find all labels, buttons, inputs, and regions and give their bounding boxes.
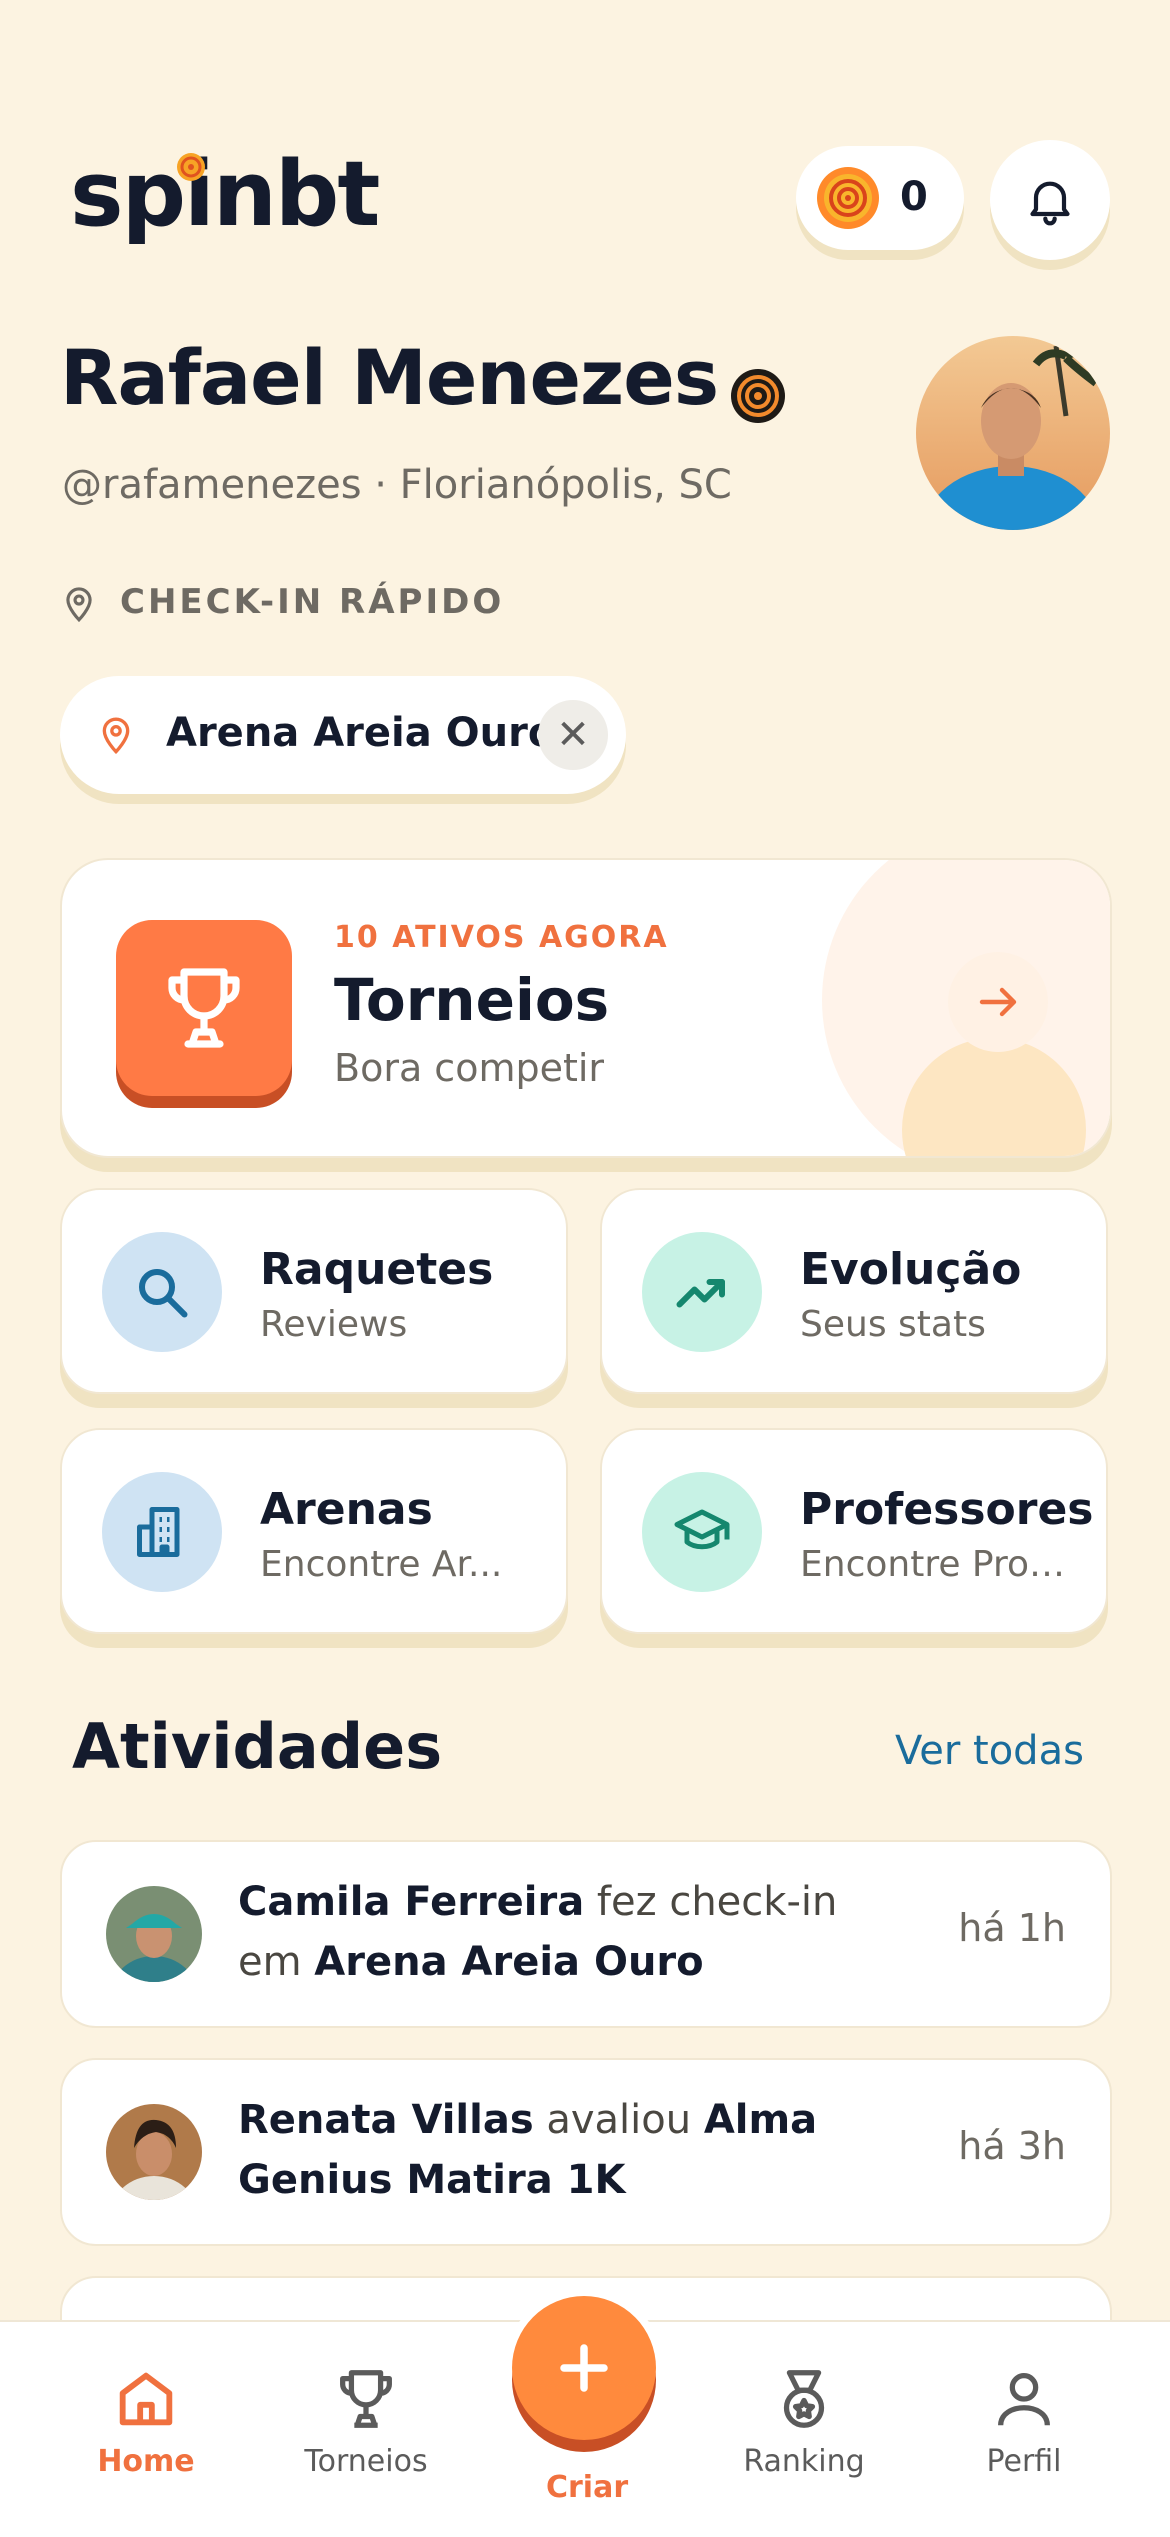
coin-icon <box>817 167 879 229</box>
tile-subtitle: Reviews <box>260 1304 408 1345</box>
arrow-right-icon <box>979 987 1017 1017</box>
nav-home[interactable]: Home <box>66 2364 226 2479</box>
quick-checkin-label: CHECK-IN RÁPIDO <box>60 582 504 623</box>
see-all-link[interactable]: Ver todas <box>895 1728 1084 1774</box>
avatar <box>106 1886 202 1982</box>
activities-title: Atividades <box>72 1710 443 1783</box>
create-label: Criar <box>546 2470 629 2505</box>
tile-title: Arenas <box>260 1484 433 1535</box>
tile-arenas[interactable]: Arenas Encontre Ar... <box>60 1428 568 1634</box>
nav-tournaments[interactable]: Torneios <box>286 2364 446 2479</box>
activity-time: há 3h <box>958 2124 1066 2168</box>
trophy-icon <box>340 2370 392 2428</box>
activity-item[interactable]: Renata Villas avaliou Alma Genius Matira… <box>60 2058 1112 2246</box>
avatar <box>106 2104 202 2200</box>
create-button[interactable] <box>502 2290 666 2454</box>
nav-profile[interactable]: Perfil <box>944 2364 1104 2479</box>
card-subtitle: Bora competir <box>334 1046 605 1090</box>
app-logo: spinbt <box>70 142 380 247</box>
tile-title: Raquetes <box>260 1244 494 1295</box>
profile-avatar[interactable] <box>916 336 1110 530</box>
card-title: Torneios <box>334 966 610 1034</box>
checkin-arena-chip[interactable]: Arena Areia Ouro ✕ <box>60 676 626 794</box>
tile-subtitle: Encontre Prof... <box>800 1544 1070 1585</box>
location-pin-icon <box>66 586 92 622</box>
home-icon <box>119 2372 173 2426</box>
trophy-icon <box>168 968 240 1048</box>
profile-handle: @rafamenezes · Florianópolis, SC <box>62 462 732 508</box>
tile-subtitle: Seus stats <box>800 1304 986 1345</box>
trophy-badge <box>116 920 292 1096</box>
tile-evolution[interactable]: Evolução Seus stats <box>600 1188 1108 1394</box>
tile-title: Evolução <box>800 1244 1022 1295</box>
activity-text: Camila Ferreira fez check-in em Arena Ar… <box>238 1879 838 1985</box>
trend-up-icon <box>676 1279 725 1308</box>
verified-spiral-icon <box>731 369 785 423</box>
bell-icon <box>1030 181 1070 226</box>
tile-title: Professores <box>800 1484 1094 1535</box>
activity-text: Renata Villas avaliou Alma Genius Matira… <box>238 2097 818 2203</box>
tile-subtitle: Encontre Ar... <box>260 1544 503 1585</box>
location-pin-icon <box>102 717 130 755</box>
building-icon <box>137 1507 180 1557</box>
logo-spiral-icon <box>177 153 205 181</box>
activity-time: há 1h <box>958 1906 1066 1950</box>
card-arrow-button[interactable] <box>948 952 1048 1052</box>
tournaments-card[interactable]: 10 ATIVOS AGORA Torneios Bora competir <box>60 858 1112 1158</box>
tile-rackets[interactable]: Raquetes Reviews <box>60 1188 568 1394</box>
checkin-arena-name: Arena Areia Ouro <box>166 710 556 756</box>
tile-teachers[interactable]: Professores Encontre Prof... <box>600 1428 1108 1634</box>
activity-item[interactable]: Camila Ferreira fez check-in em Arena Ar… <box>60 1840 1112 2028</box>
notifications-button[interactable] <box>990 140 1110 260</box>
profile-name: Rafael Menezes <box>60 333 719 422</box>
search-icon <box>139 1269 188 1318</box>
card-kicker: 10 ATIVOS AGORA <box>334 920 669 955</box>
user-icon <box>998 2373 1050 2426</box>
clear-checkin-button[interactable]: ✕ <box>538 700 608 770</box>
medal-icon <box>783 2370 825 2428</box>
plus-icon <box>560 2344 608 2392</box>
nav-ranking[interactable]: Ranking <box>724 2364 884 2479</box>
coin-count: 0 <box>900 174 928 220</box>
graduation-cap-icon <box>674 1509 730 1550</box>
coin-balance-button[interactable]: 0 <box>796 146 964 250</box>
